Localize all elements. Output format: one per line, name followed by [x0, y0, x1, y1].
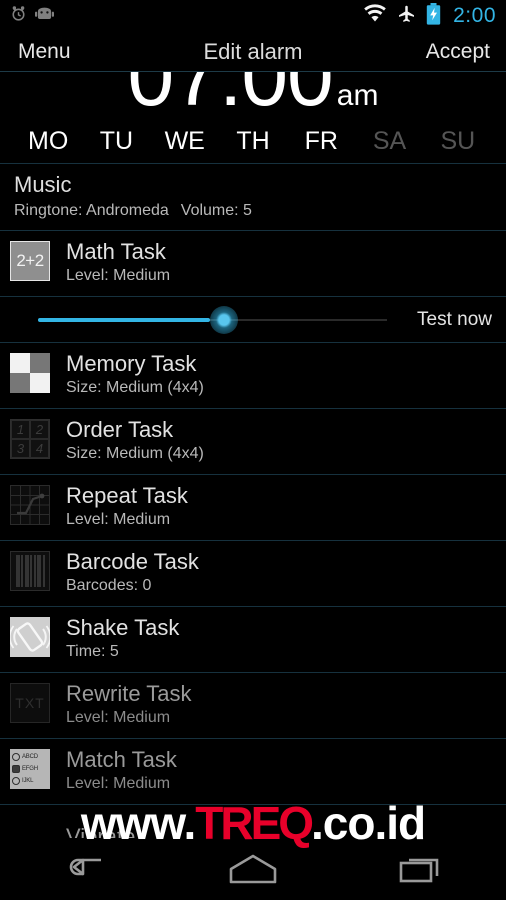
task-row-rewrite-text: Rewrite Task Level: Medium	[66, 681, 192, 729]
ringtone-value: Ringtone: Andromeda	[14, 202, 169, 219]
memory-checkerboard-icon	[10, 352, 54, 397]
weekday-su[interactable]: SU	[424, 127, 492, 156]
battery-charging-icon	[426, 2, 441, 30]
math-difficulty-slider-row[interactable]: Test now	[0, 297, 506, 343]
task-title: Repeat Task	[66, 482, 188, 508]
task-row-shake-text: Shake Task Time: 5	[66, 615, 179, 663]
alarm-time-value[interactable]: 07:00	[128, 72, 334, 120]
task-title: Shake Task	[66, 614, 180, 640]
task-title: Memory Task	[66, 350, 197, 376]
alarm-clock-icon	[10, 5, 27, 27]
order-numbers-grid-icon: 1234	[10, 418, 54, 463]
weekday-th[interactable]: TH	[219, 127, 287, 156]
page-title: Edit alarm	[203, 38, 303, 64]
match-checklist-icon: ABCD EFGH IJKL	[10, 748, 54, 793]
task-title: Rewrite Task	[66, 680, 192, 706]
task-row-shake[interactable]: Shake Task Time: 5	[0, 607, 506, 673]
task-row-repeat-text: Repeat Task Level: Medium	[66, 483, 188, 531]
volume-value: Volume: 5	[180, 202, 252, 219]
difficulty-slider[interactable]	[14, 297, 403, 343]
android-droid-icon	[35, 6, 54, 26]
task-subtitle: Level: Medium	[66, 510, 171, 528]
task-title: Barcode Task	[66, 548, 199, 574]
task-title: Match Task	[66, 746, 177, 772]
task-subtitle: Level: Medium	[66, 774, 171, 792]
wifi-icon	[363, 4, 387, 28]
music-settings-row[interactable]: Music Ringtone: Andromeda Volume: 5	[0, 164, 506, 231]
music-subtitle: Ringtone: Andromeda Volume: 5	[14, 202, 492, 220]
math-icon-glyph: 2+2	[10, 240, 50, 281]
status-bar-clock: 2:00	[453, 4, 496, 27]
task-subtitle: Time: 5	[66, 642, 119, 660]
task-row-barcode[interactable]: Barcode Task Barcodes: 0	[0, 541, 506, 607]
alarm-ampm-value[interactable]: am	[337, 79, 379, 112]
task-row-memory[interactable]: Memory Task Size: Medium (4x4)	[0, 343, 506, 409]
task-row-match-text: Match Task Level: Medium	[66, 747, 177, 795]
back-icon[interactable]	[0, 854, 169, 884]
status-bar-notifications	[10, 5, 54, 27]
alarm-time-picker[interactable]: 07:00 am	[0, 72, 506, 120]
task-subtitle: Size: Medium (4x4)	[66, 444, 204, 462]
task-subtitle: Level: Medium	[66, 266, 171, 284]
airplane-mode-icon	[396, 4, 417, 29]
shake-phone-icon	[8, 616, 54, 661]
weekday-selector: MO TU WE TH FR SA SU	[0, 120, 506, 164]
weekday-we[interactable]: WE	[151, 127, 219, 156]
phone-screen: 2:00 Menu Edit alarm Accept 07:00 am MO T…	[0, 0, 506, 900]
task-row-math-text: Math Task Level: Medium	[66, 239, 170, 287]
task-row-order-text: Order Task Size: Medium (4x4)	[66, 417, 204, 465]
task-row-vibrate-text: Vibrate	[66, 824, 135, 839]
task-row-repeat[interactable]: Repeat Task Level: Medium	[0, 475, 506, 541]
task-subtitle: Barcodes: 0	[66, 576, 152, 594]
task-subtitle: Level: Medium	[66, 708, 171, 726]
slider-fill	[38, 317, 210, 322]
task-row-match[interactable]: ABCD EFGH IJKL Match Task Level: Medium	[0, 739, 506, 805]
system-navigation-bar	[0, 838, 506, 900]
slider-thumb[interactable]	[210, 305, 238, 334]
vibrate-icon	[10, 815, 54, 839]
task-title: Math Task	[66, 238, 166, 264]
alarm-time-display[interactable]: 07:00 am	[0, 72, 506, 120]
weekday-tu[interactable]: TU	[82, 127, 150, 156]
task-row-barcode-text: Barcode Task Barcodes: 0	[66, 549, 199, 597]
settings-list[interactable]: Music Ringtone: Andromeda Volume: 5 2+2 M…	[0, 164, 506, 838]
task-row-math[interactable]: 2+2 Math Task Level: Medium	[0, 231, 506, 297]
repeat-pattern-grid-icon	[10, 484, 54, 529]
task-subtitle: Size: Medium (4x4)	[66, 378, 204, 396]
action-bar: Menu Edit alarm Accept	[0, 32, 506, 72]
status-bar: 2:00	[0, 0, 506, 32]
weekday-sa[interactable]: SA	[355, 127, 423, 156]
task-row-rewrite[interactable]: TXT Rewrite Task Level: Medium	[0, 673, 506, 739]
task-title: Vibrate	[66, 823, 136, 839]
status-bar-system-icons: 2:00	[363, 2, 496, 30]
home-icon[interactable]	[169, 853, 338, 885]
math-2plus2-icon: 2+2	[10, 240, 54, 285]
task-row-order[interactable]: 1234 Order Task Size: Medium (4x4)	[0, 409, 506, 475]
task-title: Order Task	[66, 416, 174, 442]
barcode-icon	[10, 550, 54, 595]
weekday-fr[interactable]: FR	[287, 127, 355, 156]
test-now-button[interactable]: Test now	[403, 309, 492, 331]
task-row-memory-text: Memory Task Size: Medium (4x4)	[66, 351, 204, 399]
rewrite-txt-icon: TXT	[10, 682, 54, 727]
task-row-vibrate[interactable]: Vibrate	[0, 805, 506, 839]
weekday-mo[interactable]: MO	[14, 127, 82, 156]
music-title: Music	[14, 172, 72, 197]
recent-apps-icon[interactable]	[337, 854, 506, 884]
